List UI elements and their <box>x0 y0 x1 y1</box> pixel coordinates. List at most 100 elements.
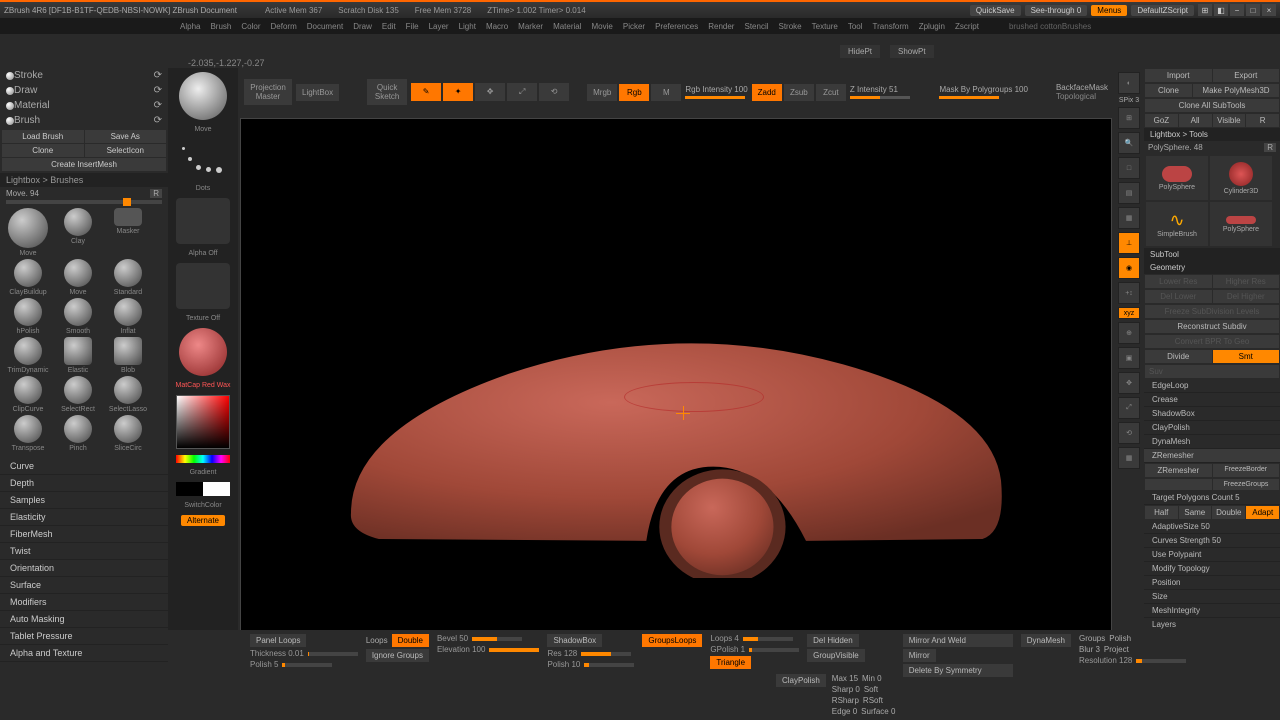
minimize-button[interactable]: − <box>1230 4 1244 16</box>
zoom-button[interactable]: 🔍 <box>1118 132 1140 154</box>
menu-item[interactable]: Light <box>459 22 476 31</box>
frame-button[interactable]: ▣ <box>1118 347 1140 369</box>
menu-item[interactable]: Transform <box>873 22 909 31</box>
dynamesh-section[interactable]: DynaMesh <box>1144 435 1280 449</box>
brush-selectrect[interactable]: SelectRect <box>54 376 102 413</box>
spix-slider[interactable]: SPix 3 <box>1119 97 1139 104</box>
menu-item[interactable]: Texture <box>812 22 838 31</box>
export-button[interactable]: Export <box>1213 69 1280 82</box>
brush-smooth[interactable]: Smooth <box>54 298 102 335</box>
menu-item[interactable]: Preferences <box>655 22 698 31</box>
mirror-button[interactable]: Mirror <box>903 649 936 662</box>
subtool-header[interactable]: SubTool <box>1144 248 1280 261</box>
suv-button[interactable]: Suv <box>1145 365 1279 378</box>
half-button[interactable]: Half <box>1145 506 1178 519</box>
bevel-slider[interactable]: Bevel 50 <box>437 634 539 643</box>
accordion-orientation[interactable]: Orientation <box>0 560 168 577</box>
position-section[interactable]: Position <box>1144 576 1280 590</box>
tool-polysphere2[interactable]: PolySphere <box>1210 202 1272 246</box>
zsub-button[interactable]: Zsub <box>784 84 814 101</box>
tool-simplebrush[interactable]: ∿SimpleBrush <box>1146 202 1208 246</box>
resolution-slider[interactable]: Resolution 128 <box>1079 656 1186 665</box>
quicksave-button[interactable]: QuickSave <box>970 5 1021 16</box>
clone-button[interactable]: Clone <box>2 144 84 157</box>
accordion-curve[interactable]: Curve <box>0 458 168 475</box>
menu-item[interactable]: Render <box>708 22 734 31</box>
clone-subtools-button[interactable]: Clone All SubTools <box>1145 99 1279 112</box>
brush-blob[interactable]: Blob <box>104 337 152 374</box>
divide-button[interactable]: Divide <box>1145 350 1212 363</box>
window-button[interactable]: ◧ <box>1214 4 1228 16</box>
clone-tool-button[interactable]: Clone <box>1145 84 1192 97</box>
lightbox-section[interactable]: Lightbox > Brushes <box>0 173 168 187</box>
showpt-button[interactable]: ShowPt <box>890 45 934 58</box>
scroll-button[interactable]: ⊞ <box>1118 107 1140 129</box>
same-button[interactable]: Same <box>1179 506 1212 519</box>
loops4-slider[interactable]: Loops 4 <box>710 634 799 643</box>
lightbox-tools[interactable]: Lightbox > Tools <box>1144 128 1280 141</box>
rsharp-button[interactable]: RSharp <box>832 696 859 705</box>
create-insertmesh-button[interactable]: Create InsertMesh <box>2 158 166 171</box>
draw-button[interactable]: ✦ <box>443 83 473 101</box>
tool-polysphere[interactable]: PolySphere <box>1146 156 1208 200</box>
scale-button[interactable]: ⤢ <box>507 83 537 101</box>
shadowbox-button[interactable]: ShadowBox <box>547 634 602 647</box>
res-slider[interactable]: Res 128 <box>547 649 634 658</box>
edge-slider[interactable]: Edge 0 <box>832 707 857 716</box>
double-button[interactable]: Double <box>1212 506 1245 519</box>
local-button[interactable]: ◉ <box>1118 257 1140 279</box>
brush-selectlasso[interactable]: SelectLasso <box>104 376 152 413</box>
triangle-button[interactable]: Triangle <box>710 656 751 669</box>
select-icon-button[interactable]: SelectIcon <box>85 144 167 157</box>
gpolish-slider[interactable]: GPolish 1 <box>710 645 799 654</box>
load-brush-button[interactable]: Load Brush <box>2 130 84 143</box>
claypolish-section[interactable]: ClayPolish <box>1144 421 1280 435</box>
alpha-slot[interactable] <box>176 198 230 244</box>
polish-slider[interactable]: Polish 5 <box>250 660 358 669</box>
scale-view-button[interactable]: ⤢ <box>1118 397 1140 419</box>
floor-button[interactable]: ⊥ <box>1118 232 1140 254</box>
crease-section[interactable]: Crease <box>1144 393 1280 407</box>
del-lower[interactable]: Del Lower <box>1145 290 1212 303</box>
claypolish-button[interactable]: ClayPolish <box>776 674 826 687</box>
target-polycount-slider[interactable]: Target Polygons Count 5 <box>1144 491 1280 505</box>
tool-cylinder[interactable]: Cylinder3D <box>1210 156 1272 200</box>
accordion-twist[interactable]: Twist <box>0 543 168 560</box>
menu-item[interactable]: Brush <box>210 22 231 31</box>
dynamesh-button[interactable]: DynaMesh <box>1021 634 1071 647</box>
surface-slider[interactable]: Surface 0 <box>861 707 895 716</box>
freeze-subdiv[interactable]: Freeze SubDivision Levels <box>1145 305 1279 318</box>
shadowbox-section[interactable]: ShadowBox <box>1144 407 1280 421</box>
brush-hpolish[interactable]: hPolish <box>4 298 52 335</box>
maximize-button[interactable]: □ <box>1246 4 1260 16</box>
rotate-button[interactable]: ⟲ <box>539 83 569 101</box>
sharp-slider[interactable]: Sharp 0 <box>832 685 860 694</box>
tab-stroke[interactable]: Stroke⟳ <box>0 68 168 83</box>
delhidden-button[interactable]: Del Hidden <box>807 634 859 647</box>
menu-item[interactable]: Deform <box>271 22 297 31</box>
material-preview[interactable] <box>179 328 227 376</box>
freezegroups[interactable]: FreezeGroups <box>1213 479 1279 490</box>
hue-strip[interactable] <box>176 455 230 463</box>
xyz-button[interactable]: xyz <box>1118 307 1140 319</box>
brush-clay[interactable]: Clay <box>54 208 102 257</box>
menu-item[interactable]: Draw <box>353 22 372 31</box>
brush-clipcurve[interactable]: ClipCurve <box>4 376 52 413</box>
brush-move2[interactable]: Move <box>54 259 102 296</box>
goz-r-button[interactable]: R <box>1246 114 1279 127</box>
save-as-button[interactable]: Save As <box>85 130 167 143</box>
polish2-slider[interactable]: Polish 10 <box>547 660 634 669</box>
convert-bpr[interactable]: Convert BPR To Geo <box>1145 335 1279 348</box>
loops-slider[interactable]: Loops <box>366 636 388 645</box>
accordion-alphatexture[interactable]: Alpha and Texture <box>0 645 168 662</box>
m-button[interactable]: M <box>651 84 681 101</box>
goz-button[interactable]: GoZ <box>1145 114 1178 127</box>
edgeloop-section[interactable]: EdgeLoop <box>1144 379 1280 393</box>
make-polymesh-button[interactable]: Make PolyMesh3D <box>1193 84 1279 97</box>
soft-slider[interactable]: Soft <box>864 685 878 694</box>
move-button[interactable]: ✥ <box>475 83 505 101</box>
close-button[interactable]: × <box>1262 4 1276 16</box>
rsoft-button[interactable]: RSoft <box>863 696 883 705</box>
min-slider[interactable]: Min 0 <box>862 674 882 683</box>
polysphere-slider[interactable]: PolySphere. 48 <box>1148 143 1203 152</box>
